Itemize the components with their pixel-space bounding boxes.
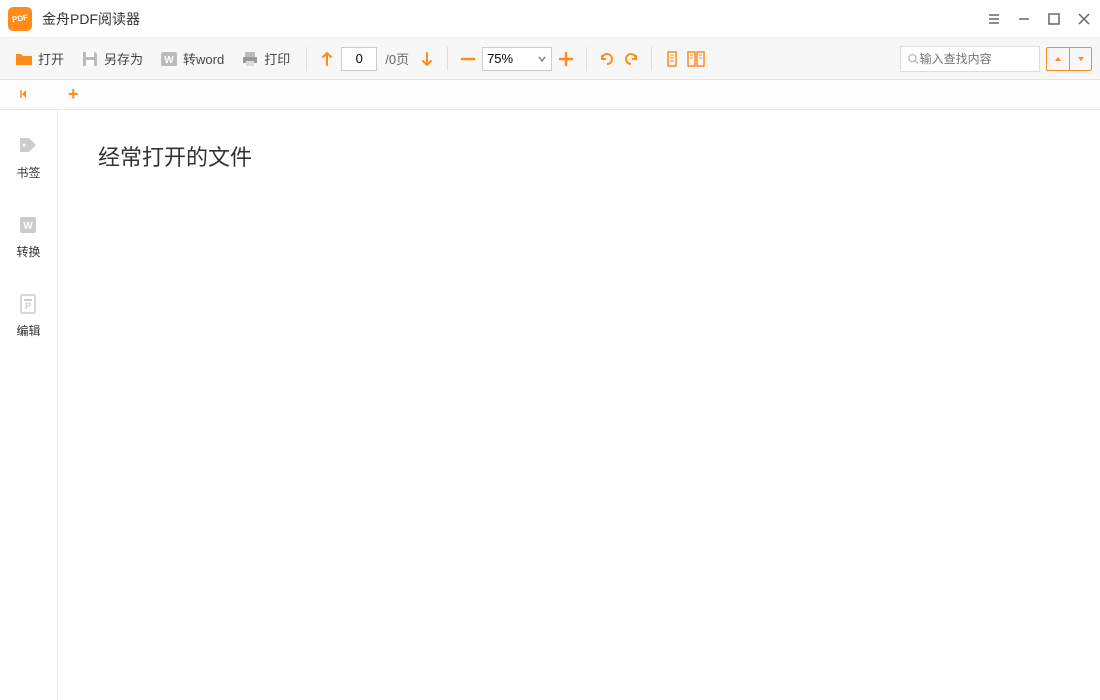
toolbar: 打开 另存为 W 转word 打印 /0页 75% [0, 38, 1100, 80]
open-label: 打开 [38, 49, 64, 68]
svg-text:W: W [164, 55, 174, 66]
separator [651, 47, 652, 71]
sidebar-item-edit[interactable]: P 编辑 [16, 292, 40, 339]
sidebar-item-label: 编辑 [16, 322, 40, 339]
page-total-label: /0页 [385, 49, 409, 68]
single-page-icon[interactable] [662, 49, 682, 69]
rotate-right-icon[interactable] [621, 49, 641, 69]
word-icon: W [159, 49, 179, 69]
double-page-icon[interactable] [686, 49, 706, 69]
search-group [900, 46, 1092, 72]
open-button[interactable]: 打开 [8, 45, 70, 73]
view-mode-group [662, 49, 706, 69]
search-next-icon[interactable] [1069, 48, 1091, 70]
close-icon[interactable] [1076, 11, 1092, 27]
window-controls [986, 11, 1092, 27]
saveas-button[interactable]: 另存为 [74, 45, 149, 73]
zoom-out-icon[interactable] [458, 49, 478, 69]
separator [306, 47, 307, 71]
separator [586, 47, 587, 71]
zoom-value: 75% [487, 51, 513, 66]
sidebar-item-label: 书签 [16, 164, 40, 181]
maximize-icon[interactable] [1046, 11, 1062, 27]
separator [447, 47, 448, 71]
search-field[interactable] [900, 46, 1040, 72]
app-title: 金舟PDF阅读器 [42, 9, 986, 29]
tag-icon [16, 134, 40, 158]
save-icon [80, 49, 100, 69]
toword-button[interactable]: W 转word [153, 45, 230, 73]
app-logo-icon [8, 7, 32, 31]
search-nav [1046, 47, 1092, 71]
sidebar: 书签 W 转换 P 编辑 [0, 110, 58, 700]
chevron-down-icon [537, 54, 547, 64]
minimize-icon[interactable] [1016, 11, 1032, 27]
toword-label: 转word [183, 49, 224, 68]
page-number-input[interactable] [341, 47, 377, 71]
collapse-tabs-icon[interactable] [8, 83, 40, 107]
sidebar-item-label: 转换 [16, 243, 40, 260]
print-label: 打印 [264, 49, 290, 68]
rotate-left-icon[interactable] [597, 49, 617, 69]
wordfile-icon: W [16, 213, 40, 237]
svg-text:W: W [24, 221, 34, 232]
saveas-label: 另存为 [104, 49, 143, 68]
main-area: 经常打开的文件 [58, 110, 1100, 700]
search-input[interactable] [920, 52, 1033, 66]
page-up-icon[interactable] [317, 49, 337, 69]
tabbar: + [0, 80, 1100, 110]
body: 书签 W 转换 P 编辑 经常打开的文件 [0, 110, 1100, 700]
svg-text:P: P [25, 301, 31, 311]
search-prev-icon[interactable] [1047, 48, 1069, 70]
add-tab-icon[interactable]: + [60, 82, 87, 107]
printer-icon [240, 49, 260, 69]
titlebar: 金舟PDF阅读器 [0, 0, 1100, 38]
rotate-group [597, 49, 641, 69]
page-nav-group: /0页 [317, 47, 437, 71]
search-icon [907, 52, 920, 66]
page-down-icon[interactable] [417, 49, 437, 69]
menu-icon[interactable] [986, 11, 1002, 27]
sidebar-item-convert[interactable]: W 转换 [16, 213, 40, 260]
zoom-in-icon[interactable] [556, 49, 576, 69]
folder-icon [14, 49, 34, 69]
zoom-group: 75% [458, 47, 576, 71]
pagefile-icon: P [16, 292, 40, 316]
print-button[interactable]: 打印 [234, 45, 296, 73]
sidebar-item-bookmarks[interactable]: 书签 [16, 134, 40, 181]
zoom-select[interactable]: 75% [482, 47, 552, 71]
recent-files-heading: 经常打开的文件 [98, 140, 1060, 172]
